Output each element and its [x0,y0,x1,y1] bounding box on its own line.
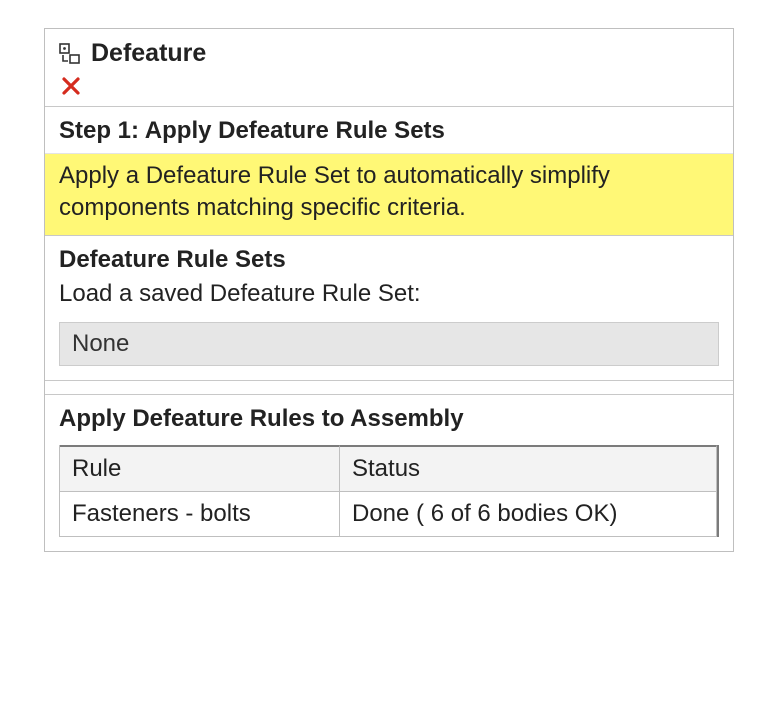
rule-sets-load-label: Load a saved Defeature Rule Set: [45,280,733,322]
panel-header: Defeature [45,29,733,107]
step-heading: Step 1: Apply Defeature Rule Sets [45,107,733,154]
close-button[interactable] [59,74,83,98]
section-divider [45,380,733,394]
header-title-row: Defeature [59,39,719,68]
close-icon [61,76,81,96]
apply-section-heading: Apply Defeature Rules to Assembly [45,395,733,439]
rule-set-dropdown-value: None [72,330,129,358]
rule-status-cell: Done ( 6 of 6 bodies OK) [340,491,717,537]
panel-title: Defeature [91,39,206,68]
rules-table: Rule Status Fasteners - bolts Done ( 6 o… [59,445,719,537]
defeature-panel: Defeature Step 1: Apply Defeature Rule S… [44,28,734,552]
rules-table-col-status: Status [340,445,717,491]
step-description: Apply a Defeature Rule Set to automatica… [45,154,733,236]
rules-table-header-row: Rule Status [59,445,717,491]
apply-section: Apply Defeature Rules to Assembly Rule S… [45,394,733,537]
defeature-icon [59,43,81,65]
table-row[interactable]: Fasteners - bolts Done ( 6 of 6 bodies O… [59,491,717,537]
rule-set-dropdown[interactable]: None [59,322,719,366]
rules-table-col-rule: Rule [60,445,340,491]
rule-sets-heading: Defeature Rule Sets [45,236,733,280]
rule-name-cell: Fasteners - bolts [60,491,340,537]
